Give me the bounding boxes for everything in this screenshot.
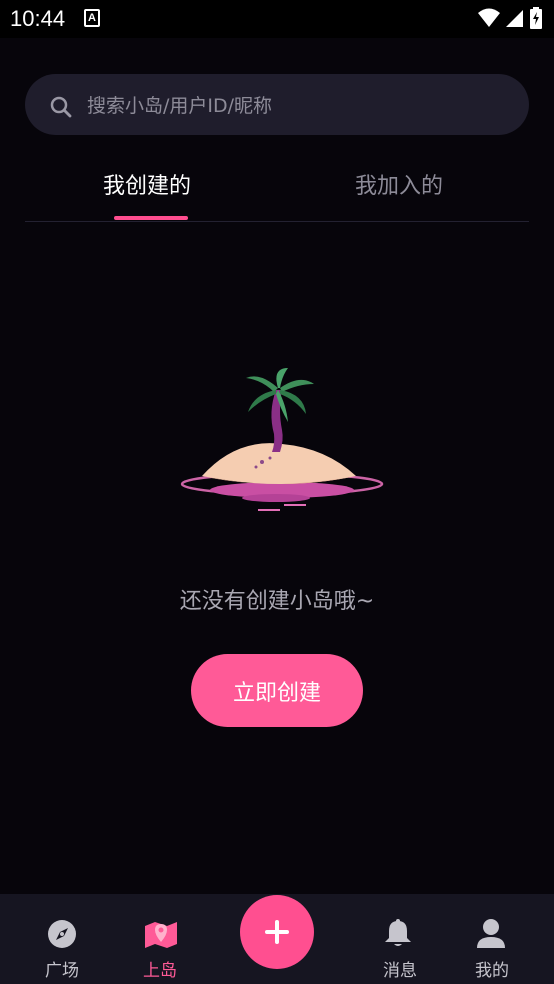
compass-icon	[48, 920, 76, 948]
nav-item-messages[interactable]: 消息	[360, 894, 440, 984]
nav-item-mine[interactable]: 我的	[452, 894, 532, 984]
tab-created[interactable]: 我创建的	[103, 168, 191, 200]
nav-label-messages: 消息	[383, 961, 417, 981]
status-time: 10:44	[10, 6, 66, 31]
palm-island-illustration	[180, 368, 384, 511]
empty-state-message: 还没有创建小岛哦~	[179, 589, 375, 614]
add-island-button[interactable]	[240, 895, 314, 969]
status-icons	[478, 6, 542, 30]
search-placeholder: 搜索小岛/用户ID/昵称	[87, 95, 273, 117]
nav-item-island[interactable]: 上岛	[120, 894, 200, 984]
nav-label-plaza: 广场	[45, 961, 79, 981]
nav-label-island: 上岛	[143, 961, 177, 981]
tab-divider	[25, 221, 529, 222]
a-notification-icon: A	[84, 9, 100, 27]
tab-joined[interactable]: 我加入的	[355, 168, 443, 200]
user-icon	[477, 919, 505, 948]
battery-icon	[530, 7, 542, 29]
wifi-icon	[478, 8, 500, 27]
nav-item-plaza[interactable]: 广场	[22, 894, 102, 984]
bell-icon	[385, 919, 411, 946]
tab-active-indicator	[114, 216, 188, 220]
search-input[interactable]: 搜索小岛/用户ID/昵称	[25, 74, 529, 135]
status-bar: 10:44 A	[0, 0, 554, 38]
map-pin-icon	[145, 922, 177, 948]
plus-icon	[265, 920, 289, 944]
signal-icon	[506, 10, 523, 27]
create-island-button[interactable]: 立即创建	[191, 654, 363, 727]
nav-label-mine: 我的	[475, 961, 509, 981]
search-icon	[50, 96, 72, 118]
